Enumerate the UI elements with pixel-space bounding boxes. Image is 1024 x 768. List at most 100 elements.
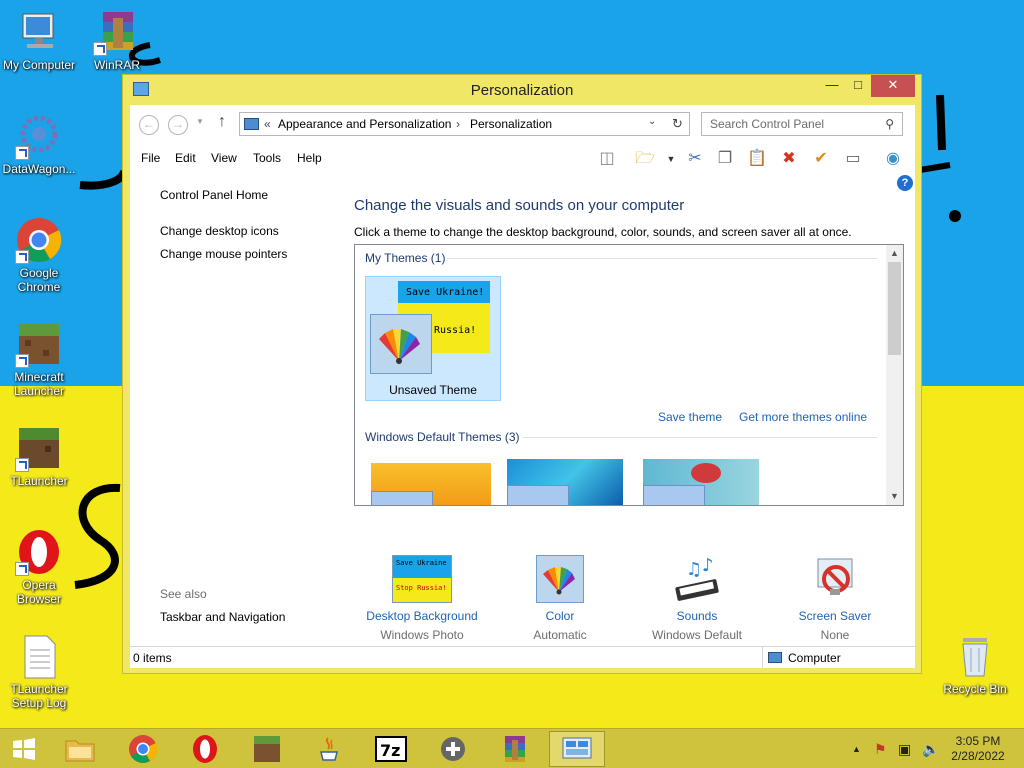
grass-block-icon: [15, 424, 63, 472]
scroll-down-icon[interactable]: ▼: [886, 491, 903, 501]
taskbar-navigation-link[interactable]: Taskbar and Navigation: [160, 610, 285, 624]
taskbar-file-explorer[interactable]: [52, 731, 108, 767]
scroll-up-icon[interactable]: ▲: [886, 248, 903, 258]
theme-name: Unsaved Theme: [389, 383, 477, 397]
status-item-count: 0 items: [133, 651, 172, 665]
refresh-icon[interactable]: ↻: [672, 116, 683, 132]
scroll-thumb[interactable]: [888, 262, 901, 355]
desktop-icon-label: TLauncher Setup Log: [10, 682, 68, 710]
color-label[interactable]: Color: [480, 609, 640, 623]
text-file-icon: [15, 632, 63, 680]
minimize-button[interactable]: —: [819, 75, 845, 97]
search-box[interactable]: Search Control Panel ⚲: [701, 112, 903, 136]
chevron-down-icon[interactable]: ▼: [660, 149, 682, 169]
menu-tools[interactable]: Tools: [253, 151, 281, 165]
sounds-label[interactable]: Sounds: [617, 609, 777, 623]
folder-checkbox-icon[interactable]: 🗁: [634, 149, 656, 169]
checkmark-icon[interactable]: ✔: [810, 149, 832, 169]
desktop-icon-my-computer[interactable]: My Computer: [0, 8, 78, 72]
clock-time: 3:05 PM: [955, 734, 1001, 748]
breadcrumb-separator-icon: ›: [456, 117, 460, 131]
theme-list[interactable]: My Themes (1) Save Ukraine! Russia! Unsa…: [354, 244, 904, 506]
address-bar[interactable]: « Appearance and Personalization › Perso…: [239, 112, 690, 136]
taskbar-winrar[interactable]: [487, 731, 543, 767]
change-mouse-pointers-link[interactable]: Change mouse pointers: [160, 247, 287, 261]
desktop-icon-chrome[interactable]: Google Chrome: [0, 216, 78, 294]
search-icon[interactable]: ⚲: [885, 117, 894, 131]
screen-saver-setting[interactable]: Screen Saver None: [755, 555, 915, 643]
menu-view[interactable]: View: [211, 151, 237, 165]
screen-saver-value: None: [820, 628, 850, 642]
computer-icon: [768, 652, 782, 663]
taskbar-chrome[interactable]: [115, 731, 171, 767]
menu-edit[interactable]: Edit: [175, 151, 196, 165]
copy-icon[interactable]: ❐: [714, 149, 736, 169]
back-button[interactable]: ←: [139, 115, 159, 135]
get-more-themes-link[interactable]: Get more themes online: [739, 410, 867, 424]
desktop-background-label[interactable]: Desktop Background: [342, 609, 502, 623]
clock[interactable]: 3:05 PM 2/28/2022: [946, 734, 1010, 764]
desktop-icon-datawagon[interactable]: DataWagon...: [0, 112, 78, 176]
taskbar-control-panel[interactable]: [549, 731, 605, 767]
desktop-icon-tlauncher[interactable]: TLauncher: [0, 424, 78, 488]
breadcrumb-overflow[interactable]: «: [264, 117, 271, 131]
recent-pages-chevron-icon[interactable]: ▼: [196, 117, 204, 126]
color-value: Automatic: [533, 628, 587, 642]
desktop-icon-label: WinRAR: [93, 58, 140, 72]
volume-icon[interactable]: 🔈: [922, 729, 939, 768]
desktop-icon-opera[interactable]: Opera Browser: [0, 528, 78, 606]
address-dropdown-icon[interactable]: ⌄: [648, 116, 656, 127]
desktop-icon-winrar[interactable]: WinRAR: [78, 8, 156, 72]
forward-button[interactable]: →: [168, 115, 188, 135]
desktop-background-setting[interactable]: Save Ukraine Stop Russia! Desktop Backgr…: [342, 555, 502, 659]
desktop-icon-label: My Computer: [2, 58, 76, 72]
network-icon[interactable]: ▣: [898, 729, 911, 768]
menu-bar: File Edit View Tools Help ◫ 🗁 ▼ ✂ ❐ 📋 ✖ …: [130, 145, 915, 171]
taskbar-minecraft[interactable]: [239, 731, 295, 767]
close-button[interactable]: ✕: [871, 75, 915, 97]
show-hidden-icons-chevron-icon[interactable]: ▲: [852, 729, 861, 768]
desktop-icon-tlauncher-setup-log[interactable]: TLauncher Setup Log: [0, 632, 78, 710]
menu-help[interactable]: Help: [297, 151, 322, 165]
windows-logo-icon: [13, 738, 35, 760]
taskbar-opera[interactable]: [177, 731, 233, 767]
grass-block-icon: [254, 736, 280, 762]
shell-icon[interactable]: ◉: [882, 149, 904, 169]
desktop-icon-minecraft-launcher[interactable]: Minecraft Launcher: [0, 320, 78, 398]
theme-item-windows[interactable]: [371, 463, 491, 505]
menu-file[interactable]: File: [141, 151, 160, 165]
taskbar-7zip[interactable]: 7z: [363, 731, 419, 767]
windows-default-themes-header: Windows Default Themes (3): [365, 430, 520, 444]
breadcrumb-appearance[interactable]: Appearance and Personalization: [278, 117, 451, 131]
taskbar-gamepad[interactable]: [425, 731, 481, 767]
layout-icon[interactable]: ◫: [596, 149, 618, 169]
action-center-flag-icon[interactable]: ⚑: [874, 729, 887, 768]
title-bar[interactable]: Personalization — □ ✕: [123, 75, 921, 105]
screen-saver-icon: [810, 555, 860, 603]
theme-item-flowers[interactable]: [643, 459, 759, 505]
help-icon[interactable]: ?: [897, 175, 913, 191]
control-panel-home-link[interactable]: Control Panel Home: [160, 188, 268, 202]
color-setting[interactable]: Color Automatic: [480, 555, 640, 643]
theme-list-scrollbar[interactable]: ▲ ▼: [886, 245, 903, 505]
theme-item-unsaved[interactable]: Save Ukraine! Russia! Unsaved Theme: [365, 276, 501, 401]
save-theme-link[interactable]: Save theme: [658, 410, 722, 424]
up-arrow-icon[interactable]: ↑: [218, 113, 226, 131]
theme-item-lines-and-colors[interactable]: [507, 459, 623, 505]
desktop-icon-recycle-bin[interactable]: Recycle Bin: [936, 632, 1014, 696]
maximize-button[interactable]: □: [845, 75, 871, 97]
cut-icon[interactable]: ✂: [684, 149, 706, 169]
start-button[interactable]: [0, 731, 48, 767]
screen-saver-label[interactable]: Screen Saver: [755, 609, 915, 623]
desktop-background-icon: Save Ukraine Stop Russia!: [392, 555, 452, 603]
desktop-icon-label: Opera Browser: [16, 578, 61, 606]
delete-icon[interactable]: ✖: [778, 149, 800, 169]
taskbar-java[interactable]: [301, 731, 357, 767]
navigation-bar: ← → ▼ ↑ « Appearance and Personalization…: [130, 105, 915, 143]
breadcrumb-personalization[interactable]: Personalization: [470, 117, 552, 131]
sounds-setting[interactable]: ♫ ♪ Sounds Windows Default: [617, 555, 777, 643]
search-input[interactable]: Search Control Panel: [710, 117, 824, 131]
properties-icon[interactable]: ▭: [842, 149, 864, 169]
change-desktop-icons-link[interactable]: Change desktop icons: [160, 224, 279, 238]
paste-icon[interactable]: 📋: [746, 149, 768, 169]
